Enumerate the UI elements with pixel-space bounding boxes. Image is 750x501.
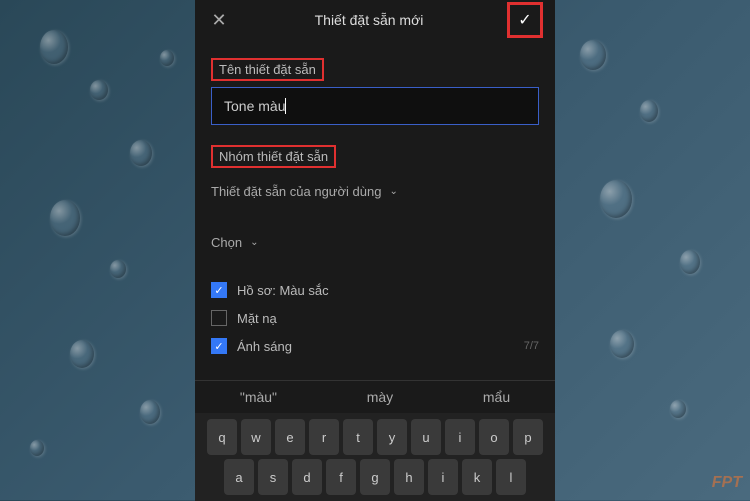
key-y[interactable]: y: [377, 419, 407, 455]
key-o[interactable]: o: [479, 419, 509, 455]
option-label: Ánh sáng: [237, 339, 292, 354]
phone-screen: ✕ Thiết đặt sẵn mới ✓ Tên thiết đặt sẵn …: [195, 0, 555, 500]
keyboard: qwertyuiop asdfghikl: [195, 413, 555, 501]
preset-group-label: Nhóm thiết đặt sẵn: [211, 145, 336, 168]
select-label: Chọn: [211, 235, 242, 250]
form-content: Tên thiết đặt sẵn Tone màu Nhóm thiết đặ…: [195, 40, 555, 370]
select-dropdown[interactable]: Chọn ⌄: [211, 225, 539, 260]
header: ✕ Thiết đặt sẵn mới ✓: [195, 0, 555, 40]
key-f[interactable]: f: [326, 459, 356, 495]
suggestion-item[interactable]: mẩu: [483, 389, 510, 405]
option-row[interactable]: Mặt nạ: [211, 304, 539, 332]
key-a[interactable]: a: [224, 459, 254, 495]
option-count: 7/7: [524, 340, 539, 352]
key-h[interactable]: h: [394, 459, 424, 495]
key-i[interactable]: i: [445, 419, 475, 455]
key-s[interactable]: s: [258, 459, 288, 495]
chevron-down-icon: ⌄: [389, 186, 397, 197]
checkbox-icon[interactable]: ✓: [211, 338, 227, 354]
option-label: Mặt nạ: [237, 311, 277, 326]
key-l[interactable]: l: [496, 459, 526, 495]
close-icon[interactable]: ✕: [207, 10, 231, 31]
key-w[interactable]: w: [241, 419, 271, 455]
key-k[interactable]: k: [462, 459, 492, 495]
suggestion-item[interactable]: "màu": [240, 389, 277, 405]
preset-name-label: Tên thiết đặt sẵn: [211, 58, 324, 81]
highlight-confirm: ✓: [507, 2, 543, 38]
preset-group-dropdown[interactable]: Thiết đặt sẵn của người dùng ⌄: [211, 174, 539, 209]
key-i[interactable]: i: [428, 459, 458, 495]
key-u[interactable]: u: [411, 419, 441, 455]
page-title: Thiết đặt sẵn mới: [315, 12, 424, 28]
key-q[interactable]: q: [207, 419, 237, 455]
key-r[interactable]: r: [309, 419, 339, 455]
key-t[interactable]: t: [343, 419, 373, 455]
key-e[interactable]: e: [275, 419, 305, 455]
option-label: Hồ sơ: Màu sắc: [237, 283, 329, 298]
checkbox-icon[interactable]: ✓: [211, 282, 227, 298]
chevron-down-icon: ⌄: [250, 237, 258, 248]
keyboard-suggestions: "màu" mày mẩu: [195, 380, 555, 413]
watermark: FPT: [712, 474, 742, 492]
key-p[interactable]: p: [513, 419, 543, 455]
key-g[interactable]: g: [360, 459, 390, 495]
dropdown-value: Thiết đặt sẵn của người dùng: [211, 184, 381, 199]
suggestion-item[interactable]: mày: [367, 389, 393, 405]
confirm-icon[interactable]: ✓: [511, 6, 539, 34]
key-d[interactable]: d: [292, 459, 322, 495]
option-row[interactable]: ✓ Hồ sơ: Màu sắc: [211, 276, 539, 304]
checkbox-icon[interactable]: [211, 310, 227, 326]
option-row[interactable]: ✓ Ánh sáng 7/7: [211, 332, 539, 360]
input-value: Tone màu: [224, 98, 286, 114]
preset-name-input[interactable]: Tone màu: [211, 87, 539, 125]
